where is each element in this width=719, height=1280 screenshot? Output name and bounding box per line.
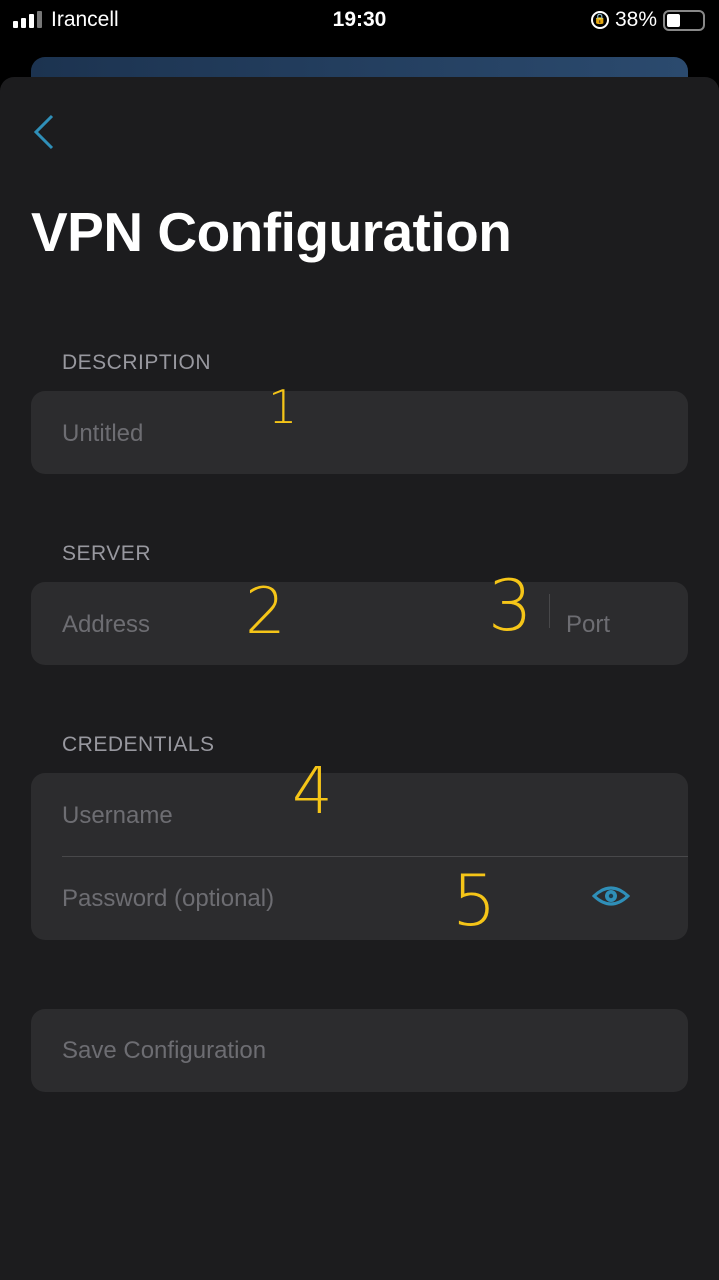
- password-input[interactable]: Password (optional): [62, 885, 274, 913]
- battery-icon: [663, 9, 705, 31]
- annotation-1: 1: [268, 380, 298, 434]
- credentials-field-group: Username Password (optional): [31, 773, 688, 940]
- eye-icon[interactable]: [592, 884, 630, 908]
- chevron-left-icon[interactable]: [30, 112, 58, 152]
- address-input[interactable]: Address: [62, 611, 150, 639]
- page-title: VPN Configuration: [31, 201, 512, 263]
- annotation-5: 5: [452, 860, 497, 942]
- save-configuration-button[interactable]: Save Configuration: [31, 1009, 688, 1092]
- annotation-3: 3: [488, 565, 533, 647]
- divider: [549, 594, 550, 628]
- description-label: DESCRIPTION: [62, 351, 212, 374]
- battery-percent: 38%: [614, 8, 657, 31]
- divider: [62, 856, 688, 857]
- annotation-2: 2: [245, 575, 286, 649]
- description-input[interactable]: Untitled: [31, 391, 688, 474]
- server-field-group: Address Port: [31, 582, 688, 665]
- port-input[interactable]: Port: [566, 611, 610, 639]
- server-label: SERVER: [62, 542, 151, 565]
- description-placeholder: Untitled: [62, 420, 144, 447]
- username-input[interactable]: Username: [62, 802, 173, 830]
- save-label: Save Configuration: [62, 1037, 267, 1064]
- status-bar: Irancell 19:30 🔒 38%: [0, 0, 719, 40]
- rotation-lock-icon: 🔒: [590, 11, 609, 29]
- credentials-label: CREDENTIALS: [62, 733, 215, 756]
- annotation-4: 4: [292, 755, 333, 829]
